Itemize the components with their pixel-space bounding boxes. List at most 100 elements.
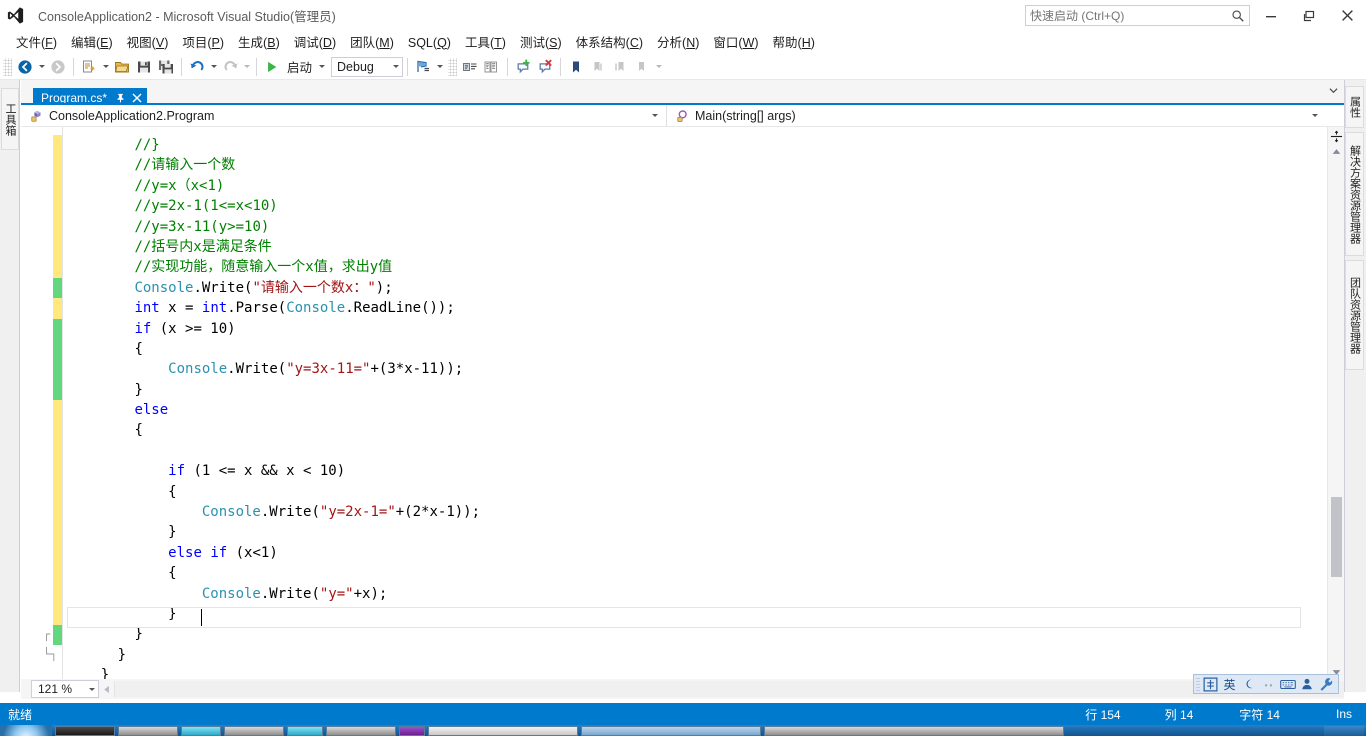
add-breakpoint-icon[interactable] <box>512 56 534 78</box>
code-text[interactable]: //} //请输入一个数 //y=x（x<1) //y=2x-1(1<=x<10… <box>67 127 1344 679</box>
remove-breakpoint-icon[interactable] <box>534 56 556 78</box>
scrollbar-thumb[interactable] <box>1331 497 1342 577</box>
code-line[interactable]: } <box>67 645 1344 665</box>
code-line[interactable]: } <box>67 604 1344 624</box>
taskbar-item[interactable] <box>287 725 323 736</box>
code-line[interactable]: //y=x（x<1) <box>67 176 1344 196</box>
start-debug-label[interactable]: 启动 <box>283 57 316 76</box>
redo-dropdown[interactable] <box>241 56 252 78</box>
taskbar-item[interactable] <box>55 725 115 736</box>
menu-item-12[interactable]: 窗口(W) <box>706 33 765 53</box>
code-line[interactable]: //y=3x-11(y>=10) <box>67 217 1344 237</box>
close-icon[interactable] <box>132 93 142 103</box>
toolbar-grip[interactable] <box>3 57 12 76</box>
ime-english-icon[interactable]: 英 <box>1220 676 1238 693</box>
pin-icon[interactable] <box>115 92 126 103</box>
code-line[interactable]: //请输入一个数 <box>67 155 1344 175</box>
outline-bracket-1[interactable]: ┌ <box>43 627 50 641</box>
taskbar-item[interactable] <box>399 725 425 736</box>
editor-vertical-scrollbar[interactable] <box>1327 127 1344 679</box>
code-line[interactable]: //} <box>67 135 1344 155</box>
start-debug-icon[interactable] <box>261 56 283 78</box>
close-button[interactable] <box>1328 0 1366 31</box>
navigate-forward-icon[interactable] <box>47 56 69 78</box>
ime-keyboard-icon[interactable] <box>1279 676 1297 693</box>
ime-user-icon[interactable] <box>1298 676 1316 693</box>
ime-drag-handle[interactable] <box>1196 677 1200 691</box>
ime-moon-icon[interactable] <box>1240 676 1258 693</box>
taskbar-item[interactable] <box>224 725 284 736</box>
open-file-icon[interactable] <box>111 56 133 78</box>
sidebar-item-team-explorer[interactable]: 团队资源管理器 <box>1345 260 1364 370</box>
attach-dropdown[interactable] <box>434 56 445 78</box>
tab-overflow-button[interactable] <box>1326 83 1340 97</box>
save-icon[interactable] <box>133 56 155 78</box>
code-editor[interactable]: //} //请输入一个数 //y=x（x<1) //y=2x-1(1<=x<10… <box>21 127 1344 679</box>
code-line[interactable]: if (x >= 10) <box>67 319 1344 339</box>
code-line[interactable]: if (1 <= x && x < 10) <box>67 461 1344 481</box>
code-line[interactable]: Console.Write("请输入一个数x："); <box>67 278 1344 298</box>
code-line[interactable]: { <box>67 339 1344 359</box>
taskbar-item[interactable] <box>428 725 578 736</box>
horizontal-scroll-track[interactable] <box>114 681 1344 697</box>
code-line[interactable]: } <box>67 624 1344 644</box>
code-line[interactable]: int x = int.Parse(Console.ReadLine()); <box>67 298 1344 318</box>
code-line[interactable]: else if (x<1) <box>67 543 1344 563</box>
menu-item-0[interactable]: 文件(F) <box>9 33 64 53</box>
menu-item-13[interactable]: 帮助(H) <box>766 33 822 53</box>
code-line[interactable]: } <box>67 380 1344 400</box>
menu-item-10[interactable]: 体系结构(C) <box>569 33 650 53</box>
code-line[interactable]: Console.Write("y=2x-1="+(2*x-1)); <box>67 502 1344 522</box>
taskbar-item[interactable] <box>581 725 761 736</box>
code-line[interactable]: { <box>67 482 1344 502</box>
menu-item-2[interactable]: 视图(V) <box>120 33 176 53</box>
code-line[interactable]: { <box>67 563 1344 583</box>
menu-item-5[interactable]: 调试(D) <box>287 33 343 53</box>
ime-mode-icon[interactable] <box>1201 676 1219 693</box>
menu-item-8[interactable]: 工具(T) <box>458 33 513 53</box>
undo-dropdown[interactable] <box>208 56 219 78</box>
code-line[interactable]: //实现功能，随意输入一个x值，求出y值 <box>67 257 1344 277</box>
code-line[interactable]: //y=2x-1(1<=x<10) <box>67 196 1344 216</box>
bookmark-icon[interactable] <box>565 56 587 78</box>
taskbar-item[interactable] <box>326 725 396 736</box>
system-tray[interactable] <box>1324 725 1364 736</box>
taskbar-item[interactable] <box>118 725 178 736</box>
navigate-back-dropdown[interactable] <box>36 56 47 78</box>
menu-item-4[interactable]: 生成(B) <box>231 33 287 53</box>
split-view-icon[interactable] <box>1329 129 1344 143</box>
menu-item-7[interactable]: SQL(Q) <box>401 33 458 53</box>
uncomment-selection-icon[interactable] <box>481 56 503 78</box>
scroll-up-button[interactable] <box>1329 145 1344 158</box>
new-project-icon[interactable] <box>78 56 100 78</box>
code-line[interactable]: } <box>67 522 1344 542</box>
code-line[interactable]: Console.Write("y=3x-11="+(3*x-11)); <box>67 359 1344 379</box>
type-dropdown[interactable]: ConsoleApplication2.Program <box>21 105 666 127</box>
comment-selection-icon[interactable] <box>459 56 481 78</box>
sidebar-item-toolbox[interactable]: 工具箱 <box>1 88 19 150</box>
outline-bracket-2[interactable]: └┐ <box>43 647 57 661</box>
quick-launch-input[interactable] <box>1030 8 1231 23</box>
minimize-button[interactable] <box>1252 0 1290 31</box>
code-line[interactable] <box>67 441 1344 461</box>
ime-tools-icon[interactable] <box>1318 676 1336 693</box>
maximize-button[interactable] <box>1290 0 1328 31</box>
toolbar-overflow-button[interactable] <box>653 56 664 78</box>
toolbar-grip[interactable] <box>448 57 458 76</box>
ime-punctuation-icon[interactable] <box>1259 676 1277 693</box>
solution-configuration-combo[interactable]: Debug <box>331 56 404 77</box>
code-line[interactable]: } <box>67 665 1344 679</box>
new-project-dropdown[interactable] <box>100 56 111 78</box>
attach-to-process-icon[interactable] <box>412 56 434 78</box>
code-line[interactable]: Console.Write("y="+x); <box>67 584 1344 604</box>
undo-icon[interactable] <box>186 56 208 78</box>
zoom-level-combo[interactable]: 121 % <box>31 680 99 698</box>
code-line[interactable]: { <box>67 420 1344 440</box>
navigate-back-icon[interactable] <box>14 56 36 78</box>
start-debug-dropdown[interactable] <box>316 56 327 78</box>
member-dropdown[interactable]: Main(string[] args) <box>666 104 1326 127</box>
clear-bookmarks-icon[interactable] <box>631 56 653 78</box>
next-bookmark-icon[interactable] <box>609 56 631 78</box>
windows-taskbar[interactable] <box>0 725 1366 736</box>
taskbar-item[interactable] <box>764 725 1064 736</box>
